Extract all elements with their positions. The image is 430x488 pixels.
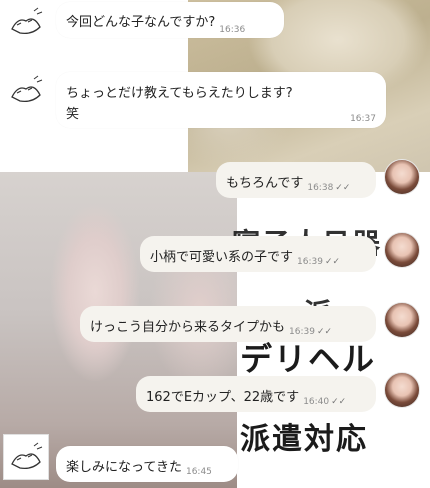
sketch-avatar-icon[interactable] <box>4 0 48 44</box>
message-time: 16:39 <box>297 257 323 267</box>
message-text: 162でEカップ、22歳です <box>146 390 300 405</box>
message-text-line1: ちょっとだけ教えてもらえたりします? <box>66 86 293 101</box>
profile-photo-avatar[interactable] <box>384 159 420 195</box>
message-text-line2: 笑 <box>66 107 80 122</box>
profile-photo-avatar[interactable] <box>384 302 420 338</box>
message-time: 16:40 <box>303 397 330 407</box>
overlay-text-line4: 派遣対応 <box>240 422 368 457</box>
sketch-avatar-drawing <box>11 7 43 35</box>
message-bubble-5[interactable]: けっこう自分から来るタイプかも 16:39 ✓✓ <box>80 306 376 342</box>
message-bubble-4[interactable]: 小柄で可愛い系の子です 16:39 ✓✓ <box>140 236 376 272</box>
message-text: もちろんです <box>226 176 304 191</box>
profile-photo-avatar[interactable] <box>384 372 420 408</box>
message-text: 小柄で可愛い系の子です <box>150 250 294 265</box>
sketch-avatar-drawing <box>11 442 43 470</box>
sketch-avatar-drawing <box>11 75 43 103</box>
read-check-icon: ✓✓ <box>335 183 351 193</box>
message-time: 16:45 <box>185 467 212 477</box>
message-bubble-2[interactable]: ちょっとだけ教えてもらえたりします? 笑 16:37 <box>56 72 386 128</box>
message-time: 16:39 <box>289 327 315 337</box>
read-check-icon: ✓✓ <box>331 397 347 407</box>
profile-photo-avatar[interactable] <box>384 232 420 268</box>
message-bubble-3[interactable]: もちろんです 16:38 ✓✓ <box>216 162 376 198</box>
sketch-avatar-icon[interactable] <box>3 434 49 480</box>
message-bubble-7[interactable]: 楽しみになってきた 16:45 <box>56 446 238 482</box>
message-time: 16:36 <box>219 25 246 35</box>
message-time: 16:38 <box>307 183 334 193</box>
message-bubble-1[interactable]: 今回どんな子なんですか? 16:36 <box>56 2 284 38</box>
message-time: 16:37 <box>350 114 376 124</box>
message-bubble-6[interactable]: 162でEカップ、22歳です 16:40 ✓✓ <box>136 376 376 412</box>
message-text: 今回どんな子なんですか? <box>66 15 216 30</box>
read-check-icon: ✓✓ <box>324 257 341 267</box>
read-check-icon: ✓✓ <box>316 327 333 337</box>
sketch-avatar-icon[interactable] <box>4 68 48 112</box>
message-text: けっこう自分から来るタイプかも <box>90 320 286 335</box>
message-text: 楽しみになってきた <box>66 460 182 475</box>
chat-screen: 寝子人日器 ーー 派 デリヘル 派遣対応 今回どんな子なんですか? 16:36 … <box>0 0 430 488</box>
